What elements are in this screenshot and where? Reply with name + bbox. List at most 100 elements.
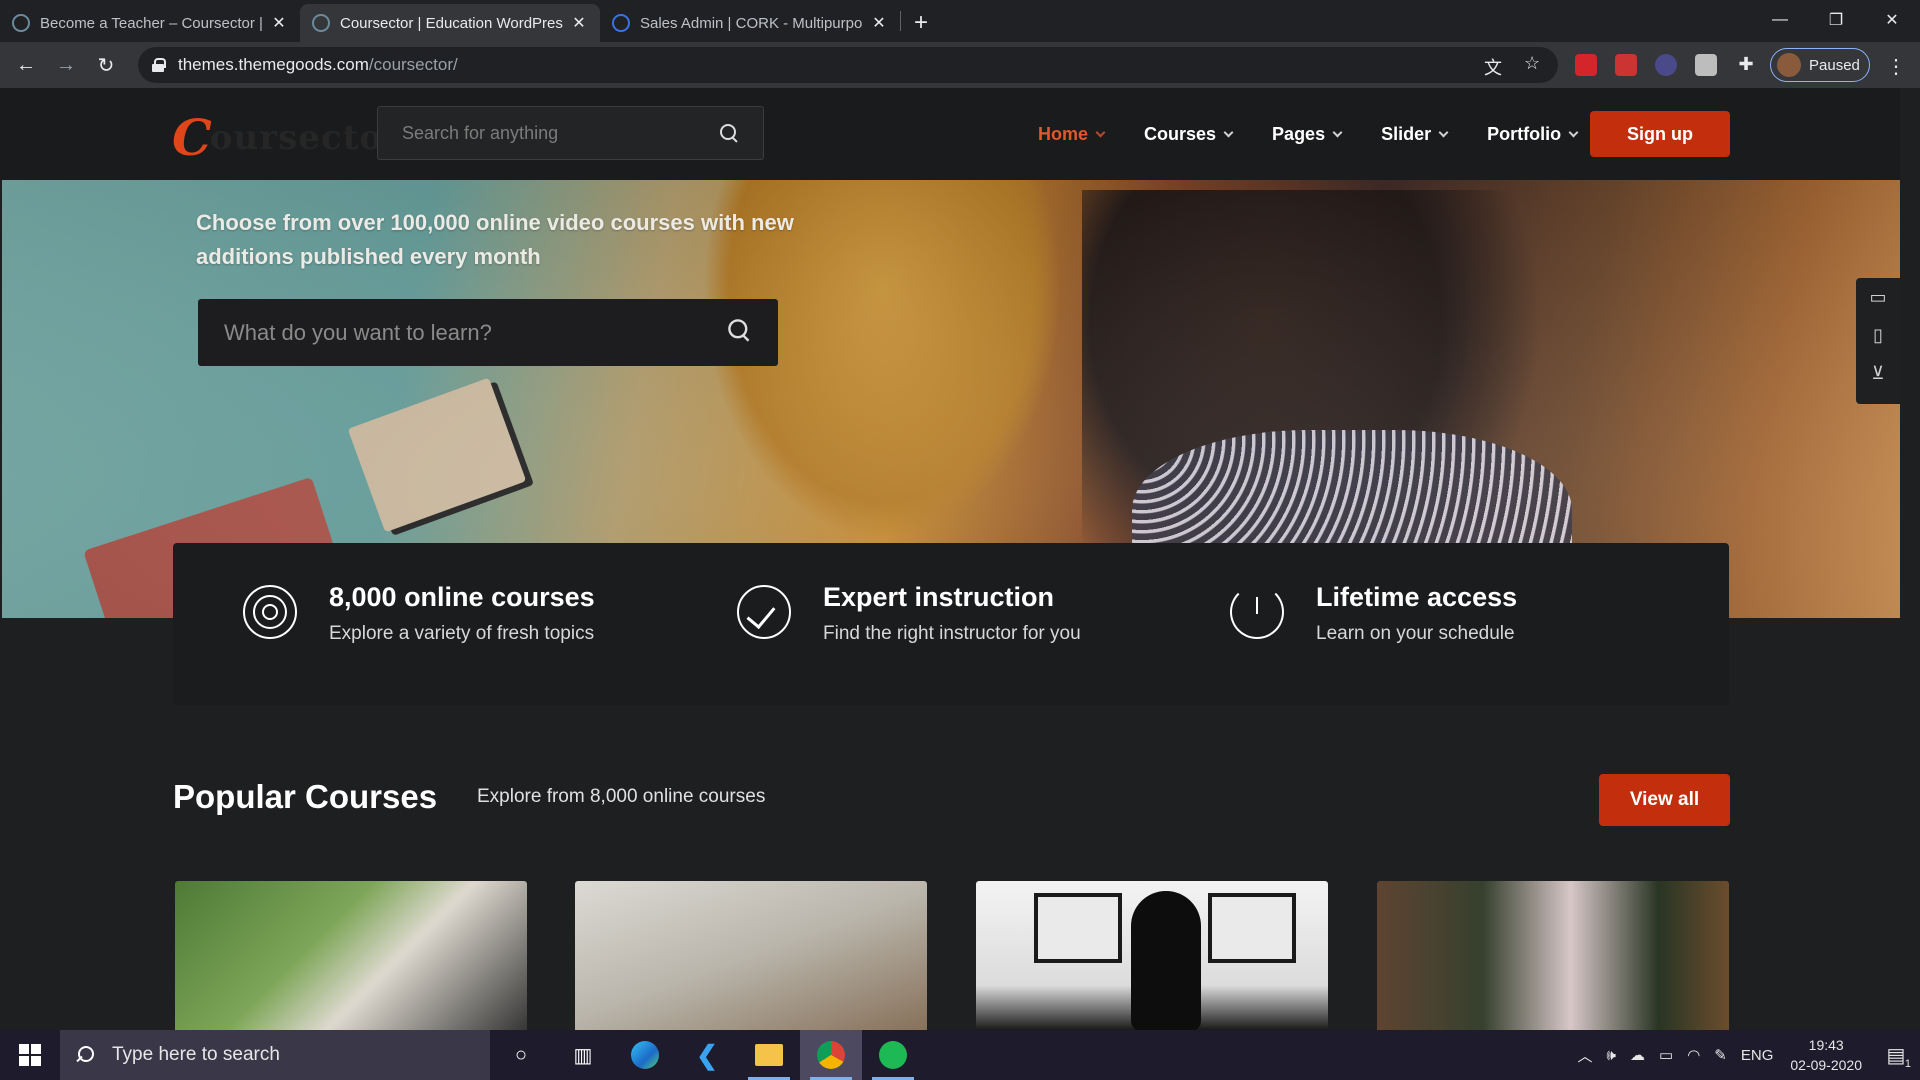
tab-title: Coursector | Education WordPres	[340, 14, 563, 32]
nav-label: Slider	[1381, 124, 1432, 144]
clock-time: 19:43	[1808, 1037, 1844, 1053]
browser-toolbar: ← → ↻ themes.themegoods.com/coursector/ …	[0, 42, 1920, 88]
feature-item: Lifetime access Learn on your schedule	[1228, 582, 1518, 645]
new-tab-icon[interactable]: +	[901, 4, 941, 42]
course-card-thumbnail[interactable]	[1377, 881, 1729, 1030]
close-tab-icon[interactable]: ✕	[870, 13, 888, 33]
extension-icon[interactable]	[1695, 54, 1717, 76]
course-card-thumbnail[interactable]	[175, 881, 527, 1030]
logo-text: oursector	[209, 117, 402, 158]
site-favicon-icon	[312, 14, 330, 32]
cortana-icon[interactable]: ○	[490, 1030, 552, 1080]
browser-tab[interactable]: Become a Teacher – Coursector | ✕	[0, 4, 300, 42]
vscode-icon[interactable]: ❮	[676, 1030, 738, 1080]
nav-label: Home	[1038, 124, 1089, 144]
close-tab-icon[interactable]: ✕	[570, 13, 588, 33]
extension-icon[interactable]	[1575, 54, 1597, 76]
nav-item-home[interactable]: Home	[1038, 124, 1106, 145]
website-viewport: Coursector Search for anything Home Cour…	[0, 88, 1920, 1030]
notification-center-icon[interactable]: ▤ 1	[1879, 1043, 1913, 1070]
book-icon[interactable]: ▯	[1856, 316, 1900, 354]
browser-menu-icon[interactable]: ⋮	[1886, 54, 1906, 79]
lock-icon[interactable]	[152, 58, 166, 72]
chevron-down-icon	[1568, 127, 1579, 137]
onedrive-icon[interactable]: ☁	[1630, 1046, 1645, 1064]
logo-initial: C	[172, 108, 212, 167]
chat-icon[interactable]: ▭	[1856, 278, 1900, 316]
taskbar-clock[interactable]: 19:43 02-09-2020	[1790, 1035, 1862, 1075]
reload-icon[interactable]: ↻	[86, 45, 126, 85]
chevron-down-icon	[1438, 127, 1449, 137]
pen-icon[interactable]: ✎	[1714, 1046, 1727, 1064]
section-title: Popular Courses	[173, 778, 438, 815]
profile-status: Paused	[1809, 56, 1860, 74]
chrome-icon[interactable]	[800, 1030, 862, 1080]
avatar	[1777, 53, 1801, 77]
nav-label: Portfolio	[1487, 124, 1562, 144]
system-tray: ︿ 🕪 ☁ ▭ ◠ ✎ ENG 19:43 02-09-2020 ▤ 1	[1571, 1030, 1920, 1080]
close-tab-icon[interactable]: ✕	[270, 13, 288, 33]
wifi-icon[interactable]: ◠	[1687, 1046, 1700, 1064]
signup-button[interactable]: Sign up	[1590, 111, 1730, 157]
search-icon[interactable]	[720, 124, 738, 142]
feature-title: Lifetime access	[1316, 582, 1518, 612]
browser-tab[interactable]: Sales Admin | CORK - Multipurpo ✕	[600, 4, 900, 42]
taskbar-search-placeholder: Type here to search	[112, 1044, 280, 1065]
back-icon[interactable]: ←	[6, 45, 46, 85]
nav-item-pages[interactable]: Pages	[1272, 124, 1343, 145]
translate-icon[interactable]: 文	[1484, 54, 1502, 80]
battery-icon[interactable]: ▭	[1659, 1046, 1673, 1064]
feature-subtitle: Learn on your schedule	[1316, 623, 1515, 644]
spotify-icon[interactable]	[862, 1030, 924, 1080]
site-logo[interactable]: Coursector	[172, 108, 402, 167]
feature-title: Expert instruction	[823, 582, 1055, 612]
restore-icon[interactable]: ❐	[1808, 0, 1864, 40]
section-subtitle: Explore from 8,000 online courses	[477, 786, 766, 807]
url-host: themes.themegoods.com	[178, 55, 369, 74]
hero-search-input[interactable]: What do you want to learn?	[198, 299, 778, 366]
edge-icon[interactable]	[614, 1030, 676, 1080]
task-view-icon[interactable]: ▥	[552, 1030, 614, 1080]
extension-icon[interactable]	[1655, 54, 1677, 76]
address-bar[interactable]: themes.themegoods.com/coursector/ 文 ☆	[138, 47, 1558, 83]
volume-icon[interactable]: 🕪	[1607, 1047, 1616, 1064]
course-card-thumbnail[interactable]	[976, 881, 1328, 1030]
feature-item: Expert instruction Find the right instru…	[735, 582, 1081, 645]
nav-item-portfolio[interactable]: Portfolio	[1487, 124, 1579, 145]
extension-icon[interactable]	[1615, 54, 1637, 76]
close-window-icon[interactable]: ✕	[1864, 0, 1920, 40]
target-icon	[241, 583, 299, 641]
nav-item-courses[interactable]: Courses	[1144, 124, 1234, 145]
view-all-button[interactable]: View all	[1599, 774, 1730, 826]
chevron-down-icon	[1332, 127, 1343, 137]
checkmark-circle-icon	[735, 583, 793, 641]
minimize-icon[interactable]: —	[1752, 0, 1808, 40]
nav-label: Pages	[1272, 124, 1326, 144]
browser-tab-active[interactable]: Coursector | Education WordPres ✕	[300, 4, 600, 42]
puzzle-extensions-icon[interactable]: ✚	[1735, 54, 1757, 76]
browser-tab-strip: Become a Teacher – Coursector | ✕ Course…	[0, 0, 1920, 42]
url-path: /coursector/	[368, 55, 458, 74]
windows-start-icon[interactable]	[0, 1030, 60, 1080]
hero-tagline: Choose from over 100,000 online video co…	[196, 210, 794, 269]
forward-icon[interactable]: →	[46, 45, 86, 85]
language-indicator[interactable]: ENG	[1741, 1047, 1774, 1064]
notification-count: 1	[1904, 1057, 1911, 1070]
site-favicon-icon	[12, 14, 30, 32]
nav-item-slider[interactable]: Slider	[1381, 124, 1449, 145]
tray-overflow-icon[interactable]: ︿	[1578, 1045, 1593, 1066]
search-icon[interactable]	[728, 319, 750, 341]
cart-icon[interactable]: ⊻	[1856, 354, 1900, 392]
feature-subtitle: Find the right instructor for you	[823, 623, 1081, 644]
profile-button[interactable]: Paused	[1770, 48, 1870, 82]
bookmark-star-icon[interactable]: ☆	[1524, 53, 1540, 74]
search-icon	[76, 1046, 94, 1064]
main-navigation: Home Courses Pages Slider Portfolio	[1038, 124, 1617, 145]
course-card-thumbnail[interactable]	[575, 881, 927, 1030]
taskbar-search-input[interactable]: Type here to search	[60, 1030, 490, 1080]
window-controls: — ❐ ✕	[1752, 0, 1920, 40]
feature-subtitle: Explore a variety of fresh topics	[329, 623, 595, 644]
file-explorer-icon[interactable]	[738, 1030, 800, 1080]
feature-item: 8,000 online courses Explore a variety o…	[241, 582, 595, 645]
header-search-input[interactable]: Search for anything	[377, 106, 764, 160]
